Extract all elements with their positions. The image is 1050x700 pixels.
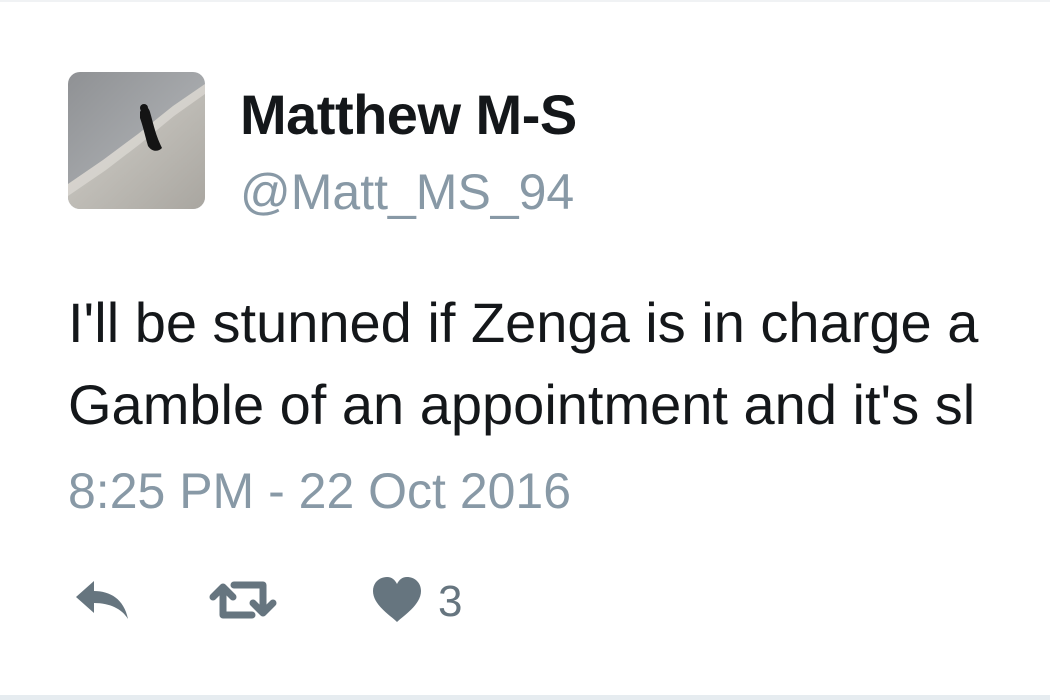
- tweet-text-line: Gamble of an appointment and it's sl: [68, 373, 976, 436]
- retweet-icon: [209, 581, 277, 619]
- avatar[interactable]: [68, 72, 205, 209]
- tweet-text: I'll be stunned if Zenga is in charge a …: [68, 282, 1050, 446]
- heart-icon: [373, 577, 421, 622]
- tweet-timestamp[interactable]: 8:25 PM - 22 Oct 2016: [68, 462, 571, 520]
- like-count: 3: [438, 577, 463, 626]
- author-name[interactable]: Matthew M-S: [240, 82, 577, 147]
- tweet-text-line: I'll be stunned if Zenga is in charge a: [68, 291, 979, 354]
- retweet-button[interactable]: [208, 572, 278, 628]
- author-handle[interactable]: @Matt_MS_94: [240, 163, 574, 221]
- avatar-image: [68, 72, 205, 209]
- reply-icon: [76, 581, 128, 619]
- tweet-card: Matthew M-S @Matt_MS_94 I'll be stunned …: [0, 0, 1050, 700]
- reply-button[interactable]: [72, 572, 132, 628]
- divider: [0, 695, 1050, 700]
- like-button[interactable]: 3: [370, 572, 462, 628]
